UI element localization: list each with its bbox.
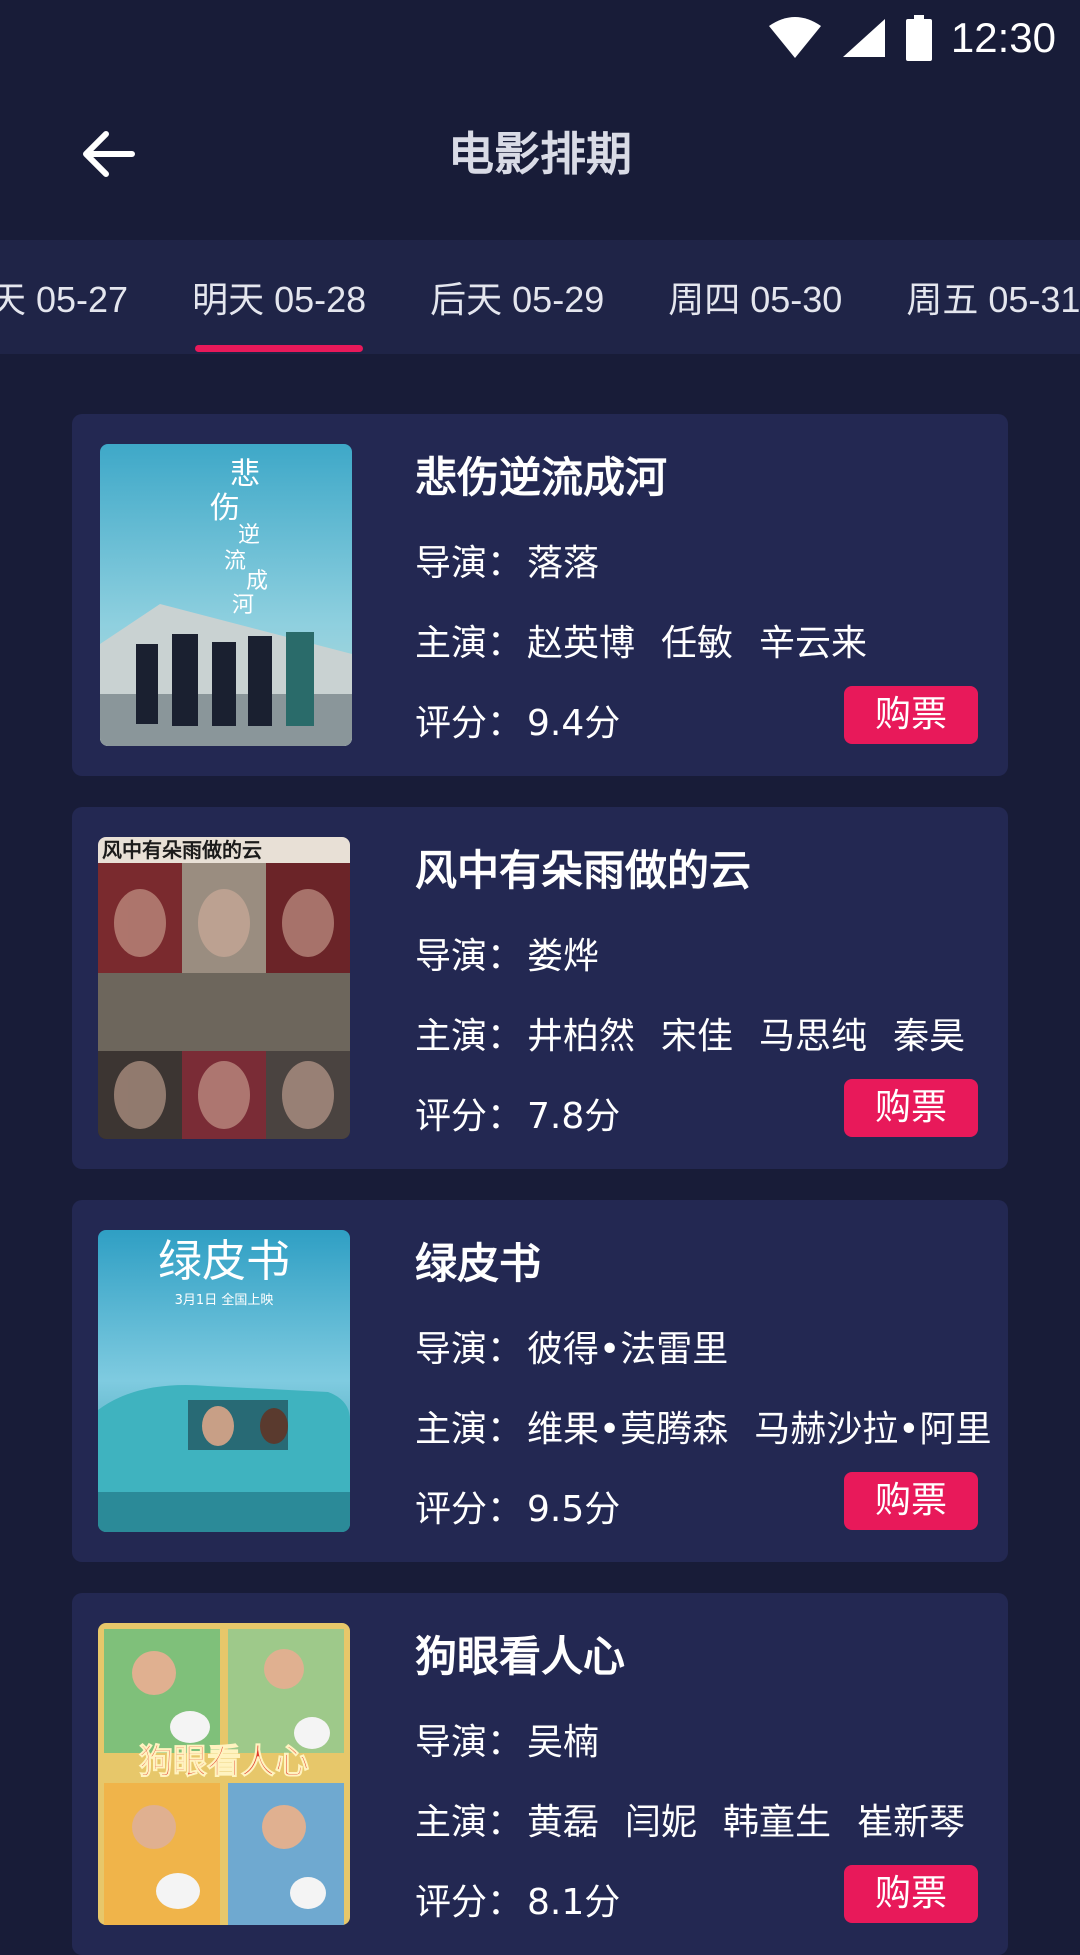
buy-ticket-button[interactable]: 购票 <box>844 1079 978 1137</box>
cast-member: 秦昊 <box>893 1016 966 1057</box>
director-label: 导演： <box>415 936 524 977</box>
movie-card[interactable]: 狗眼看人心 狗眼看人心 导演： 吴楠 主演： 黄磊 闫妮 韩童生 崔新琴 评分： 8.1分 … <box>72 1593 1008 1955</box>
movie-director: 导演： 落落 <box>415 534 599 586</box>
poster-title-text: 悲 <box>230 457 260 492</box>
tab-label: 周五 05-31 <box>906 279 1080 320</box>
tab-label: 天 05-27 <box>0 279 129 320</box>
signal-icon <box>842 19 885 57</box>
movie-card[interactable]: 悲 伤 逆 流 成 河 悲伤逆流成河 导演： 落落 主演： 赵英博 任敏 辛云来 评分：… <box>72 414 1008 776</box>
movie-title: 风中有朵雨做的云 <box>415 846 752 895</box>
movie-poster[interactable]: 悲 伤 逆 流 成 河 <box>100 444 352 746</box>
rating-label: 评分： <box>415 1489 524 1530</box>
cast-member: 维果•莫腾森 <box>527 1409 729 1450</box>
tab-date-0531[interactable]: 周五 05-31 <box>874 240 1080 354</box>
movie-rating: 评分： 9.5分 <box>415 1480 620 1532</box>
director-name: 落落 <box>527 543 600 584</box>
cast-member: 赵英博 <box>527 623 636 664</box>
tab-date-0529[interactable]: 后天 05-29 <box>398 240 636 354</box>
movie-director: 导演： 吴楠 <box>415 1713 599 1765</box>
movie-cast: 主演： 维果•莫腾森 马赫沙拉•阿里 <box>415 1400 1018 1452</box>
tab-label: 后天 05-29 <box>430 279 605 320</box>
svg-text:逆: 逆 <box>238 523 260 548</box>
movie-rating: 评分： 9.4分 <box>415 694 620 746</box>
movie-title: 绿皮书 <box>415 1239 542 1288</box>
movie-title: 狗眼看人心 <box>415 1632 626 1681</box>
svg-text:伤: 伤 <box>210 491 240 526</box>
director-name: 彼得•法雷里 <box>527 1329 729 1370</box>
movie-title: 悲伤逆流成河 <box>415 453 668 502</box>
movie-rating: 评分： 7.8分 <box>415 1087 620 1139</box>
rating-label: 评分： <box>415 1096 524 1137</box>
wifi-icon <box>768 17 821 58</box>
movie-poster[interactable]: 绿皮书 3月1日 全国上映 <box>98 1230 350 1532</box>
director-label: 导演： <box>415 543 524 584</box>
poster-title-text: 风中有朵雨做的云 <box>102 838 262 862</box>
status-time: 12:30 <box>950 14 1056 61</box>
movie-card[interactable]: 绿皮书 3月1日 全国上映 绿皮书 导演： 彼得•法雷里 主演： 维果•莫腾森 马赫沙… <box>72 1200 1008 1562</box>
movie-cast: 主演： 黄磊 闫妮 韩童生 崔新琴 <box>415 1793 991 1845</box>
movie-poster[interactable]: 狗眼看人心 <box>98 1623 350 1925</box>
buy-ticket-button[interactable]: 购票 <box>844 1472 978 1530</box>
app-bar: 电影排期 <box>0 76 1080 240</box>
svg-text:3月1日 全国上映: 3月1日 全国上映 <box>175 1292 274 1308</box>
rating-value: 7.8分 <box>527 1096 621 1137</box>
svg-text:流: 流 <box>224 549 246 574</box>
cast-member: 马思纯 <box>759 1016 868 1057</box>
tab-date-0528[interactable]: 明天 05-28 <box>160 240 398 354</box>
svg-text:河: 河 <box>232 593 254 618</box>
cast-member: 韩童生 <box>723 1802 832 1843</box>
page-title: 电影排期 <box>448 127 632 181</box>
movie-cast: 主演： 赵英博 任敏 辛云来 <box>415 614 893 666</box>
director-label: 导演： <box>415 1722 524 1763</box>
cast-label: 主演： <box>415 623 524 664</box>
rating-label: 评分： <box>415 1882 524 1923</box>
movie-director: 导演： 娄烨 <box>415 927 599 979</box>
status-bar: 12:30 <box>0 0 1080 76</box>
battery-icon <box>905 15 932 61</box>
rating-label: 评分： <box>415 703 524 744</box>
movie-rating: 评分： 8.1分 <box>415 1873 620 1925</box>
rating-value: 9.4分 <box>527 703 621 744</box>
movie-director: 导演： 彼得•法雷里 <box>415 1320 728 1372</box>
cast-member: 任敏 <box>661 623 734 664</box>
tab-label: 周四 05-30 <box>668 279 843 320</box>
cast-member: 井柏然 <box>527 1016 636 1057</box>
tab-date-0530[interactable]: 周四 05-30 <box>636 240 874 354</box>
cast-label: 主演： <box>415 1016 524 1057</box>
cast-member: 崔新琴 <box>857 1802 966 1843</box>
tab-label: 明天 05-28 <box>192 279 367 320</box>
director-label: 导演： <box>415 1329 524 1370</box>
movie-card[interactable]: 风中有朵雨做的云 风中有朵雨做的云 导演： 娄烨 主演： 井柏然 宋佳 马思纯 秦昊 评分… <box>72 807 1008 1169</box>
cast-member: 闫妮 <box>625 1802 698 1843</box>
cast-label: 主演： <box>415 1802 524 1843</box>
movie-poster[interactable]: 风中有朵雨做的云 <box>98 837 350 1139</box>
cast-member: 宋佳 <box>661 1016 734 1057</box>
director-name: 吴楠 <box>527 1722 600 1763</box>
rating-value: 8.1分 <box>527 1882 621 1923</box>
tab-date-0527[interactable]: 天 05-27 <box>0 240 160 354</box>
movie-cast: 主演： 井柏然 宋佳 马思纯 秦昊 <box>415 1007 991 1059</box>
cast-member: 马赫沙拉•阿里 <box>754 1409 992 1450</box>
buy-ticket-button[interactable]: 购票 <box>844 686 978 744</box>
poster-title-text: 绿皮书 <box>158 1236 290 1287</box>
cast-label: 主演： <box>415 1409 524 1450</box>
rating-value: 9.5分 <box>527 1489 621 1530</box>
date-tab-bar: 天 05-27 明天 05-28 后天 05-29 周四 05-30 周五 05… <box>0 240 1080 354</box>
director-name: 娄烨 <box>527 936 600 977</box>
poster-title-text: 狗眼看人心 <box>139 1742 309 1782</box>
cast-member: 黄磊 <box>527 1802 600 1843</box>
svg-text:成: 成 <box>246 569 268 594</box>
buy-ticket-button[interactable]: 购票 <box>844 1865 978 1923</box>
active-tab-indicator <box>195 345 364 352</box>
cast-member: 辛云来 <box>759 623 868 664</box>
